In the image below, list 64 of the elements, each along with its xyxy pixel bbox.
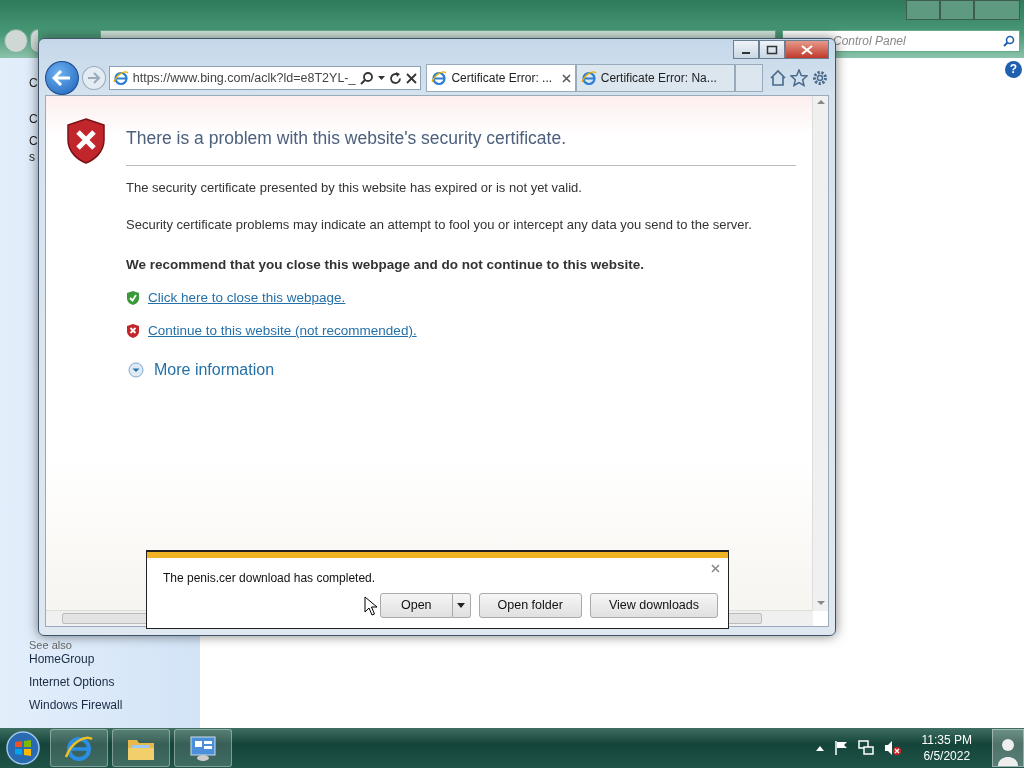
caret-icon[interactable] — [457, 603, 466, 608]
search-icon[interactable] — [360, 71, 375, 85]
paragraph: Security certificate problems may indicate an attempt to fool you or intercept any data you send to the server. — [126, 216, 753, 234]
link-text: C — [29, 75, 38, 92]
start-button[interactable] — [5, 730, 41, 766]
refresh-icon[interactable] — [389, 71, 403, 85]
caret-icon[interactable] — [815, 745, 824, 751]
maximize-button[interactable] — [759, 40, 785, 59]
control-panel-icon — [188, 734, 218, 762]
taskbar-app[interactable] — [50, 729, 108, 767]
link-text: s — [29, 149, 35, 166]
help-button[interactable]: ? — [1005, 61, 1022, 78]
browser-tab[interactable]: Certificate Error: Na... — [575, 64, 736, 92]
link[interactable]: Click here to close this webpage. — [148, 288, 346, 309]
section-heading: See also — [29, 638, 72, 653]
dropdown-button[interactable] — [452, 593, 471, 618]
browser-logo-icon — [431, 70, 448, 86]
home-icon[interactable] — [769, 69, 787, 87]
close-icon[interactable] — [406, 72, 418, 84]
expand-icon[interactable] — [128, 361, 144, 378]
close-button[interactable] — [785, 40, 829, 59]
speaker-icon[interactable] — [883, 740, 902, 756]
close-icon[interactable] — [561, 73, 571, 83]
show-desktop-button[interactable] — [992, 729, 1024, 767]
page-heading: There is a problem with this website's security certificate. — [126, 128, 796, 166]
search-icon[interactable] — [1003, 35, 1015, 47]
sidebar-link[interactable]: Internet Options — [29, 673, 115, 691]
minimize-button[interactable] — [733, 40, 759, 59]
address-field[interactable]: https://www.bing.com/aclk?ld=e8T2YL-_ — [108, 66, 422, 90]
user-icon — [997, 736, 1019, 766]
mouse-pointer-icon — [364, 596, 377, 616]
shield-error-icon — [66, 118, 106, 164]
caret-icon[interactable] — [378, 75, 386, 81]
link-text: C — [29, 111, 38, 128]
shield-check-icon — [126, 290, 140, 307]
link-text: C — [29, 133, 38, 150]
browser-logo-icon — [112, 70, 129, 86]
sidebar-link[interactable]: HomeGroup — [29, 650, 95, 668]
open-button[interactable]: Open — [379, 593, 453, 618]
link[interactable]: More information — [154, 357, 275, 382]
browser-logo-icon — [64, 733, 94, 763]
sidebar-link[interactable]: Windows Firewall — [29, 696, 123, 714]
taskbar-app[interactable] — [112, 729, 170, 767]
shield-error-icon — [126, 323, 140, 340]
arrow-left-icon[interactable] — [51, 70, 72, 86]
action-button[interactable]: Open folder — [478, 593, 582, 618]
paragraph: The security certificate presented by this website has expired or is not yet valid. — [126, 179, 583, 197]
maximize-icon[interactable] — [766, 44, 778, 55]
star-icon[interactable] — [790, 69, 808, 87]
browser-tab[interactable]: Certificate Error: ... — [426, 64, 576, 92]
settings-icon[interactable] — [811, 69, 829, 87]
browser-logo-icon — [580, 70, 597, 86]
back-button[interactable] — [45, 61, 79, 95]
clock-time[interactable]: 11:35 PM — [921, 732, 972, 748]
link[interactable]: Continue to this website (not recommended). — [148, 321, 417, 342]
url-text: https://www.bing.com/aclk?ld=e8T2YL-_ — [132, 69, 357, 87]
action-button[interactable]: View downloads — [589, 593, 718, 618]
network-icon[interactable] — [857, 740, 874, 756]
flag-icon[interactable] — [833, 740, 848, 756]
clock-date[interactable]: 6/5/2022 — [921, 748, 972, 764]
recommendation-text: We recommend that you close this webpage and do not continue to this website. — [126, 256, 646, 274]
notification-message: The penis.cer download has completed. — [163, 570, 376, 587]
address-field[interactable] — [100, 30, 776, 38]
taskbar-app[interactable] — [174, 729, 232, 767]
